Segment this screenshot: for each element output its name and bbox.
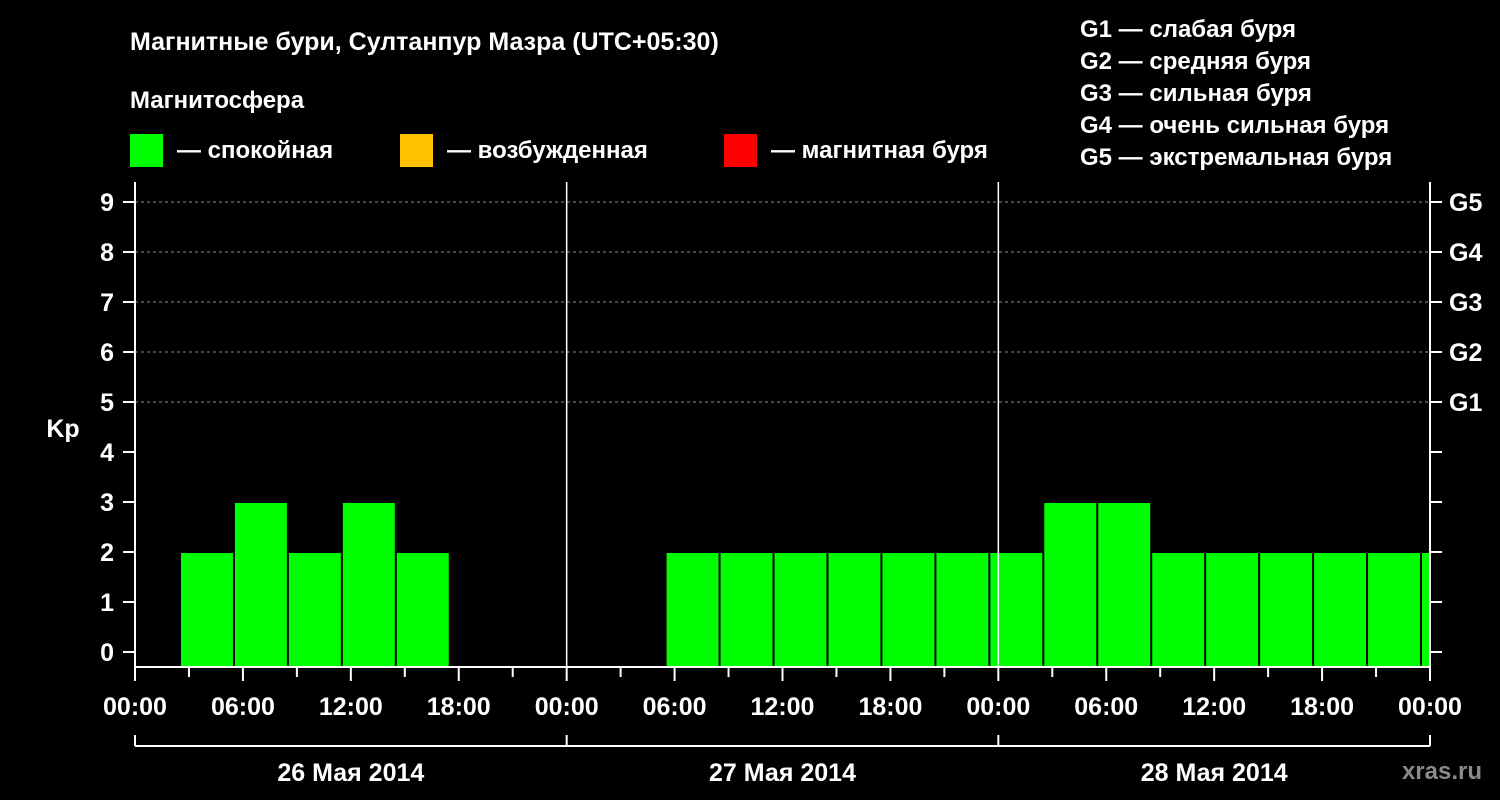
kp-bar [1044, 503, 1097, 667]
kp-legend: — спокойная — возбужденная — магнитная б… [130, 134, 988, 167]
y-tick-label: 4 [100, 439, 114, 467]
x-tick-label: 00:00 [103, 693, 167, 721]
legend-label-active: — возбужденная [447, 137, 648, 164]
g-level-label: G4 [1449, 239, 1482, 267]
kp-bar [774, 553, 827, 667]
day-label: 27 Мая 2014 [709, 759, 856, 787]
kp-bar [1098, 503, 1151, 667]
kp-bar [396, 553, 449, 667]
x-tick-label: 18:00 [858, 693, 922, 721]
kp-bar [1260, 553, 1313, 667]
x-tick-label: 00:00 [535, 693, 599, 721]
legend-swatch-quiet [130, 134, 163, 167]
kp-bars [180, 503, 1429, 667]
kp-bar [288, 553, 341, 667]
y-tick-label: 1 [100, 589, 114, 617]
x-tick-label: 06:00 [643, 693, 707, 721]
kp-bar [1314, 553, 1367, 667]
kp-bar [1368, 553, 1421, 667]
x-tick-label: 06:00 [1074, 693, 1138, 721]
storm-legend-g5: G5 — экстремальная буря [1080, 144, 1392, 171]
y-tick-label: 5 [100, 389, 114, 417]
g-level-label: G3 [1449, 289, 1482, 317]
chart-title: Магнитные бури, Султанпур Мазра (UTC+05:… [130, 28, 719, 56]
g-level-label: G5 [1449, 189, 1482, 217]
kp-bar [1206, 553, 1259, 667]
legend-swatch-storm [724, 134, 757, 167]
y-tick-label: 0 [100, 639, 114, 667]
kp-bar [882, 553, 935, 667]
y-tick-label: 7 [100, 289, 114, 317]
x-tick-label: 00:00 [1398, 693, 1462, 721]
kp-bar [1422, 553, 1429, 667]
kp-bar [828, 553, 881, 667]
storm-legend: G1 — слабая буря G2 — средняя буря G3 — … [1080, 16, 1392, 171]
kp-bar [342, 503, 395, 667]
chart-subtitle: Магнитосфера [130, 87, 305, 114]
axis-labels: 0 1 2 3 4 5 6 7 8 9 G1 G2 G3 G4 G5 00:00 06:00 12:00 18:00… [100, 189, 1482, 787]
x-tick-label: 12:00 [1182, 693, 1246, 721]
y-tick-label: 8 [100, 239, 114, 267]
x-tick-label: 12:00 [319, 693, 383, 721]
x-tick-label: 00:00 [966, 693, 1030, 721]
kp-bar [720, 553, 773, 667]
y-tick-label: 2 [100, 539, 114, 567]
x-tick-label: 12:00 [751, 693, 815, 721]
x-tick-label: 18:00 [427, 693, 491, 721]
y-tick-label: 6 [100, 339, 114, 367]
y-tick-label: 9 [100, 189, 114, 217]
kp-bar [666, 553, 719, 667]
g-level-label: G2 [1449, 339, 1482, 367]
kp-chart: Магнитные бури, Султанпур Мазра (UTC+05:… [46, 16, 1482, 787]
g-level-label: G1 [1449, 389, 1482, 417]
day-label: 26 Мая 2014 [277, 759, 424, 787]
site-watermark: xras.ru [1402, 758, 1482, 785]
x-tick-label: 18:00 [1290, 693, 1354, 721]
kp-bar [234, 503, 287, 667]
kp-bar [1152, 553, 1205, 667]
legend-label-storm: — магнитная буря [771, 137, 988, 164]
y-tick-label: 3 [100, 489, 114, 517]
legend-swatch-active [400, 134, 433, 167]
kp-bar [180, 553, 233, 667]
storm-legend-g4: G4 — очень сильная буря [1080, 112, 1389, 139]
grid-lines [135, 201, 1442, 403]
x-tick-label: 06:00 [211, 693, 275, 721]
day-label: 28 Мая 2014 [1141, 759, 1288, 787]
y-axis-label: Kp [46, 415, 79, 443]
kp-bar [936, 553, 989, 667]
storm-legend-g3: G3 — сильная буря [1080, 80, 1312, 107]
storm-legend-g2: G2 — средняя буря [1080, 48, 1311, 75]
legend-label-quiet: — спокойная [177, 137, 333, 164]
storm-legend-g1: G1 — слабая буря [1080, 16, 1296, 43]
